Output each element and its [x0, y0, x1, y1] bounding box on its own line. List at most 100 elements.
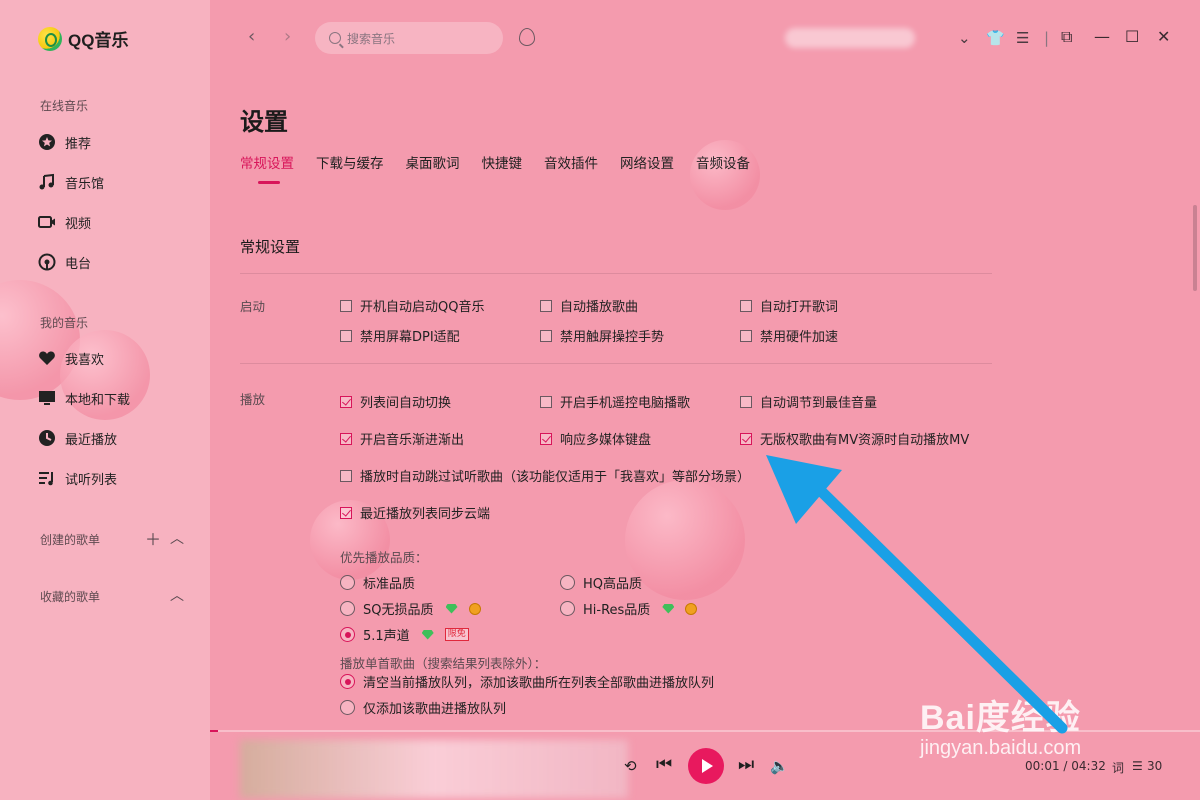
sidebar-item-music-hall[interactable]: 音乐馆 [38, 170, 104, 194]
checkbox-box[interactable] [540, 329, 552, 342]
baidu-jingyan-watermark: Bai度经验 jingyan.baidu.com [920, 690, 1081, 760]
tab-shortcuts[interactable]: 快捷键 [482, 152, 523, 184]
sidebar-item-label: 最近播放 [65, 432, 118, 448]
tab-audio-device[interactable]: 音频设备 [696, 152, 750, 184]
voice-search-icon[interactable] [519, 28, 535, 46]
radio-label: Hi-Res品质 [583, 603, 651, 618]
checkbox-box[interactable] [340, 395, 352, 408]
settings-content: 常规设置 启动 开机自动启动QQ音乐 自动播放歌曲 自动打开歌词 禁用屏幕DPI… [210, 200, 1200, 730]
checkbox-disable-dpi[interactable]: 禁用屏幕DPI适配 [340, 326, 460, 345]
radio-dot[interactable] [340, 700, 355, 715]
sidebar-item-recent[interactable]: 最近播放 [38, 426, 117, 450]
tab-audio-plugins[interactable]: 音效插件 [544, 152, 598, 184]
queue-icon[interactable]: ☰ [1132, 759, 1143, 773]
mini-mode-icon[interactable]: ⧉ [1061, 27, 1072, 47]
radio-replace-queue[interactable]: 清空当前播放队列，添加该歌曲所在列表全部歌曲进播放队列 [340, 672, 714, 691]
checkbox-box[interactable] [340, 432, 352, 445]
checkbox-auto-lyrics[interactable]: 自动打开歌词 [740, 296, 838, 315]
radio-hq-quality[interactable]: HQ高品质 [560, 573, 642, 592]
radio-dot[interactable] [340, 601, 355, 616]
now-playing-info[interactable] [240, 740, 628, 798]
checkbox-auto-volume[interactable]: 自动调节到最佳音量 [740, 392, 877, 411]
forward-arrow-icon[interactable]: › [284, 26, 291, 47]
chevron-up-icon[interactable]: ︿ [170, 585, 184, 605]
tab-desktop-lyrics[interactable]: 桌面歌词 [406, 152, 460, 184]
sidebar-item-label: 音乐馆 [65, 176, 105, 192]
radio-dot[interactable] [340, 627, 355, 642]
tab-download-cache[interactable]: 下载与缓存 [316, 152, 384, 184]
sidebar-item-recommend[interactable]: 推荐 [38, 130, 91, 154]
chevron-down-icon[interactable]: ⌄ [958, 29, 971, 47]
sidebar-item-label: 试听列表 [65, 472, 118, 488]
sidebar-item-trial-list[interactable]: 试听列表 [38, 466, 117, 490]
user-account[interactable] [785, 28, 915, 48]
radio-label: 标准品质 [363, 577, 416, 592]
monitor-icon [38, 389, 56, 407]
checkbox-disable-hw-accel[interactable]: 禁用硬件加速 [740, 326, 838, 345]
radio-dot[interactable] [560, 575, 575, 590]
checkbox-label: 开启手机遥控电脑播歌 [560, 396, 691, 411]
checkbox-box[interactable] [540, 395, 552, 408]
radio-dot[interactable] [560, 601, 575, 616]
radio-51-channel[interactable]: 5.1声道 限免 [340, 625, 469, 644]
chevron-up-icon[interactable]: ︿ [170, 528, 184, 548]
checkbox-box[interactable] [740, 432, 752, 445]
checkbox-auto-mv[interactable]: 无版权歌曲有MV资源时自动播放MV [740, 429, 969, 448]
queue-count[interactable]: 30 [1147, 759, 1162, 773]
play-button[interactable] [688, 748, 724, 784]
search-input[interactable]: 搜索音乐 [315, 22, 503, 54]
my-music-section: 我的音乐 [40, 316, 89, 330]
settings-tabs: 常规设置 下载与缓存 桌面歌词 快捷键 音效插件 网络设置 音频设备 [240, 152, 750, 184]
lyrics-button[interactable]: 词 [1112, 759, 1124, 776]
radio-dot[interactable] [340, 674, 355, 689]
radio-dot[interactable] [340, 575, 355, 590]
video-icon [38, 213, 56, 231]
checkbox-box[interactable] [740, 299, 752, 312]
radio-sq-quality[interactable]: SQ无损品质 [340, 599, 481, 618]
sidebar-item-label: 我喜欢 [65, 352, 105, 368]
volume-icon[interactable]: 🔈 [770, 757, 789, 775]
checkbox-skip-trial[interactable]: 播放时自动跳过试听歌曲（该功能仅适用于「我喜欢」等部分场景） [340, 466, 750, 485]
add-playlist-icon[interactable]: ＋ [145, 526, 161, 550]
checkbox-box[interactable] [340, 299, 352, 312]
checkbox-box[interactable] [740, 395, 752, 408]
repeat-mode-icon[interactable]: ⟲ [624, 757, 637, 775]
back-arrow-icon[interactable]: ‹ [248, 26, 255, 47]
sidebar-item-local-download[interactable]: 本地和下载 [38, 386, 130, 410]
checkbox-list-auto-switch[interactable]: 列表间自动切换 [340, 392, 451, 411]
menu-icon[interactable]: ☰ [1016, 29, 1029, 47]
checkbox-box[interactable] [540, 299, 552, 312]
page-title: 设置 [240, 108, 288, 136]
coin-icon [685, 602, 698, 615]
checkbox-autostart[interactable]: 开机自动启动QQ音乐 [340, 296, 484, 315]
next-icon[interactable]: ⏭ [738, 754, 754, 775]
checkbox-media-keys[interactable]: 响应多媒体键盘 [540, 429, 651, 448]
radio-standard-quality[interactable]: 标准品质 [340, 573, 415, 592]
checkbox-box[interactable] [740, 329, 752, 342]
sidebar-item-radio[interactable]: 电台 [38, 250, 91, 274]
sidebar-item-favorites[interactable]: 我喜欢 [38, 346, 104, 370]
radio-hires-quality[interactable]: Hi-Res品质 [560, 599, 698, 618]
tab-network[interactable]: 网络设置 [620, 152, 674, 184]
checkbox-autoplay[interactable]: 自动播放歌曲 [540, 296, 638, 315]
checkbox-phone-remote[interactable]: 开启手机遥控电脑播歌 [540, 392, 690, 411]
checkbox-fade[interactable]: 开启音乐渐进渐出 [340, 429, 464, 448]
previous-icon[interactable]: ⏮ [656, 754, 672, 775]
checkbox-cloud-sync[interactable]: 最近播放列表同步云端 [340, 503, 490, 522]
checkbox-box[interactable] [340, 329, 352, 342]
minimize-icon[interactable]: — [1094, 27, 1110, 46]
sidebar-item-video[interactable]: 视频 [38, 210, 91, 234]
checkbox-box[interactable] [540, 432, 552, 445]
checkbox-box[interactable] [340, 506, 352, 519]
checkbox-disable-touch[interactable]: 禁用触屏操控手势 [540, 326, 664, 345]
collected-playlists-section: 收藏的歌单 [40, 590, 101, 604]
skin-icon[interactable]: 👕 [986, 29, 1005, 47]
scrollbar[interactable] [1190, 205, 1200, 291]
checkbox-label: 禁用触屏操控手势 [560, 330, 665, 345]
checkbox-box[interactable] [340, 469, 352, 482]
radio-add-to-queue[interactable]: 仅添加该歌曲进播放队列 [340, 698, 506, 717]
app-logo[interactable]: QQ音乐 [38, 26, 128, 51]
maximize-icon[interactable]: ☐ [1125, 27, 1139, 46]
close-icon[interactable]: ✕ [1157, 27, 1170, 46]
tab-general[interactable]: 常规设置 [240, 152, 294, 184]
